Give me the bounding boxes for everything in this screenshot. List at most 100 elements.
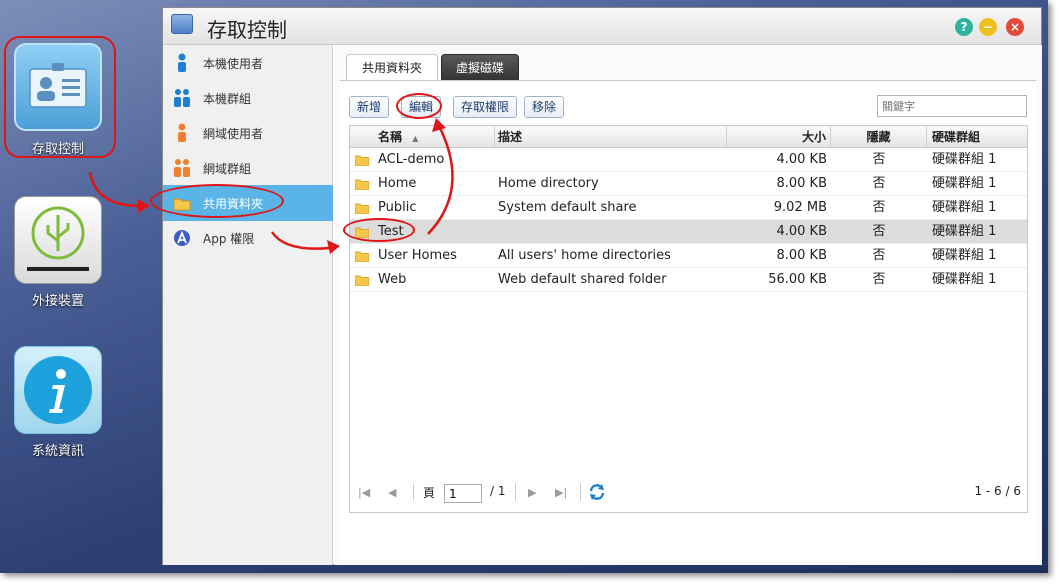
info-icon [14, 346, 102, 434]
window-titlebar[interactable]: 存取控制 ? − × [163, 8, 1041, 45]
cell-name: Home [378, 176, 417, 191]
column-header-hidden[interactable]: 隱藏 [831, 126, 927, 148]
page-range: 1 - 6 / 6 [974, 484, 1021, 498]
sidebar-item-local-groups[interactable]: 本機群組 [163, 80, 333, 116]
first-page-icon[interactable]: |◀ [358, 486, 370, 499]
cell-volume: 硬碟群組 1 [932, 200, 997, 215]
table-row[interactable]: Public System default share 9.02 MB 否 硬碟… [350, 196, 1027, 220]
next-page-icon[interactable]: ▶ [528, 486, 536, 499]
page-total: / 1 [490, 484, 506, 498]
cell-volume: 硬碟群組 1 [932, 152, 997, 167]
cell-size: 4.00 KB [776, 152, 827, 167]
shared-folder-icon [355, 251, 369, 262]
table-row[interactable]: Home Home directory 8.00 KB 否 硬碟群組 1 [350, 172, 1027, 196]
table-row[interactable]: User Homes All users' home directories 8… [350, 244, 1027, 268]
annotation-ring-edit-button [396, 93, 442, 119]
access-control-window: 存取控制 ? − × 本機使用者 本機群組 網域使用者 網域群組 共用資料夾 A… [162, 7, 1042, 565]
table-row[interactable]: ACL-demo 4.00 KB 否 硬碟群組 1 [350, 148, 1027, 172]
desktop-icon-label: 系統資訊 [31, 444, 84, 459]
previous-page-icon[interactable]: ◀ [388, 486, 396, 499]
sidebar-item-label: 本機使用者 [203, 57, 264, 71]
remove-button[interactable]: 移除 [524, 96, 565, 118]
search-input[interactable] [877, 95, 1027, 117]
column-header-label: 隱藏 [866, 130, 891, 144]
sidebar-item-label: 本機群組 [203, 92, 252, 106]
cell-volume: 硬碟群組 1 [932, 224, 997, 239]
sort-ascending-icon: ▲ [412, 134, 419, 143]
cell-size: 9.02 MB [773, 200, 827, 215]
table-row[interactable]: Web Web default shared folder 56.00 KB 否… [350, 268, 1027, 292]
column-header-label: 硬碟群組 [932, 130, 981, 144]
table-row-selected[interactable]: Test 4.00 KB 否 硬碟群組 1 [350, 220, 1027, 244]
cell-size: 56.00 KB [768, 272, 827, 287]
cell-hidden: 否 [872, 272, 886, 287]
tab-shared-folders[interactable]: 共用資料夾 [346, 54, 438, 80]
pagination-bar: |◀ ◀ 頁 / 1 ▶ ▶| 1 - 6 [350, 472, 1027, 512]
cell-size: 8.00 KB [776, 248, 827, 263]
minimize-button[interactable]: − [979, 18, 997, 36]
sidebar: 本機使用者 本機群組 網域使用者 網域群組 共用資料夾 App 權限 [163, 45, 333, 565]
window-title: 存取控制 [207, 18, 287, 42]
column-header-label: 大小 [801, 130, 826, 144]
shared-folders-table: 名稱 ▲ 描述 大小 隱藏 硬碟群組 ACL-demo 4.00 KB 否 硬碟… [349, 125, 1028, 513]
cell-hidden: 否 [872, 200, 886, 215]
column-header-volume[interactable]: 硬碟群組 [927, 126, 1028, 148]
main-panel: 共用資料夾 虛擬磁碟 新增 編輯 存取權限 移除 名稱 ▲ 描述 大 [334, 45, 1042, 565]
page-number-input[interactable] [444, 484, 482, 503]
sidebar-item-label: 網域群組 [203, 162, 252, 176]
shared-folder-icon [355, 155, 369, 166]
add-button[interactable]: 新增 [349, 96, 390, 118]
page-separator [515, 483, 516, 501]
id-card-icon [171, 14, 193, 34]
column-header-label: 描述 [498, 130, 523, 144]
page-separator [580, 483, 581, 501]
column-header-size[interactable]: 大小 [727, 126, 831, 148]
cell-description: System default share [498, 200, 637, 215]
page-label: 頁 [423, 486, 436, 500]
cell-description: All users' home directories [498, 248, 671, 263]
cell-hidden: 否 [872, 152, 886, 167]
cell-size: 4.00 KB [776, 224, 827, 239]
column-header-label: 名稱 [378, 130, 403, 144]
sidebar-item-local-users[interactable]: 本機使用者 [163, 45, 333, 81]
group-icon [174, 89, 190, 107]
cell-hidden: 否 [872, 176, 886, 191]
page-separator [413, 483, 414, 501]
cell-volume: 硬碟群組 1 [932, 176, 997, 191]
close-button[interactable]: × [1006, 18, 1024, 36]
cell-volume: 硬碟群組 1 [932, 272, 997, 287]
table-header: 名稱 ▲ 描述 大小 隱藏 硬碟群組 [350, 126, 1027, 148]
sidebar-item-app-permissions[interactable]: App 權限 [163, 220, 333, 256]
cell-name: Public [378, 200, 417, 215]
column-header-name[interactable]: 名稱 ▲ [350, 126, 495, 148]
shared-folder-icon [355, 203, 369, 214]
cell-name: Web [378, 272, 407, 287]
desktop-icon-system-info[interactable]: 系統資訊 [8, 343, 108, 463]
cell-size: 8.00 KB [776, 176, 827, 191]
help-button[interactable]: ? [955, 18, 973, 36]
cell-description: Home directory [498, 176, 599, 191]
sidebar-item-domain-groups[interactable]: 網域群組 [163, 150, 333, 186]
cell-hidden: 否 [872, 248, 886, 263]
tab-virtual-disks[interactable]: 虛擬磁碟 [441, 54, 519, 80]
annotation-ring-desktop-icon [4, 36, 116, 158]
sidebar-item-label: App 權限 [203, 232, 255, 246]
desktop-icon-label: 外接裝置 [31, 294, 84, 309]
domain-group-icon [174, 159, 190, 177]
sidebar-item-label: 網域使用者 [203, 127, 264, 141]
last-page-icon[interactable]: ▶| [555, 486, 567, 499]
shared-folder-icon [355, 275, 369, 286]
desktop-icon-external-devices[interactable]: 外接裝置 [8, 193, 108, 313]
cell-name: ACL-demo [378, 152, 445, 167]
domain-user-icon [178, 123, 186, 142]
annotation-ring-selected-row [343, 218, 415, 242]
refresh-icon[interactable] [588, 483, 606, 501]
column-header-description[interactable]: 描述 [495, 126, 727, 148]
cell-volume: 硬碟群組 1 [932, 248, 997, 263]
cell-name: User Homes [378, 248, 457, 263]
annotation-ring-sidebar-item [150, 184, 284, 218]
permissions-button[interactable]: 存取權限 [453, 96, 518, 118]
user-icon [178, 53, 186, 72]
sidebar-item-domain-users[interactable]: 網域使用者 [163, 115, 333, 151]
usb-icon [14, 196, 102, 284]
